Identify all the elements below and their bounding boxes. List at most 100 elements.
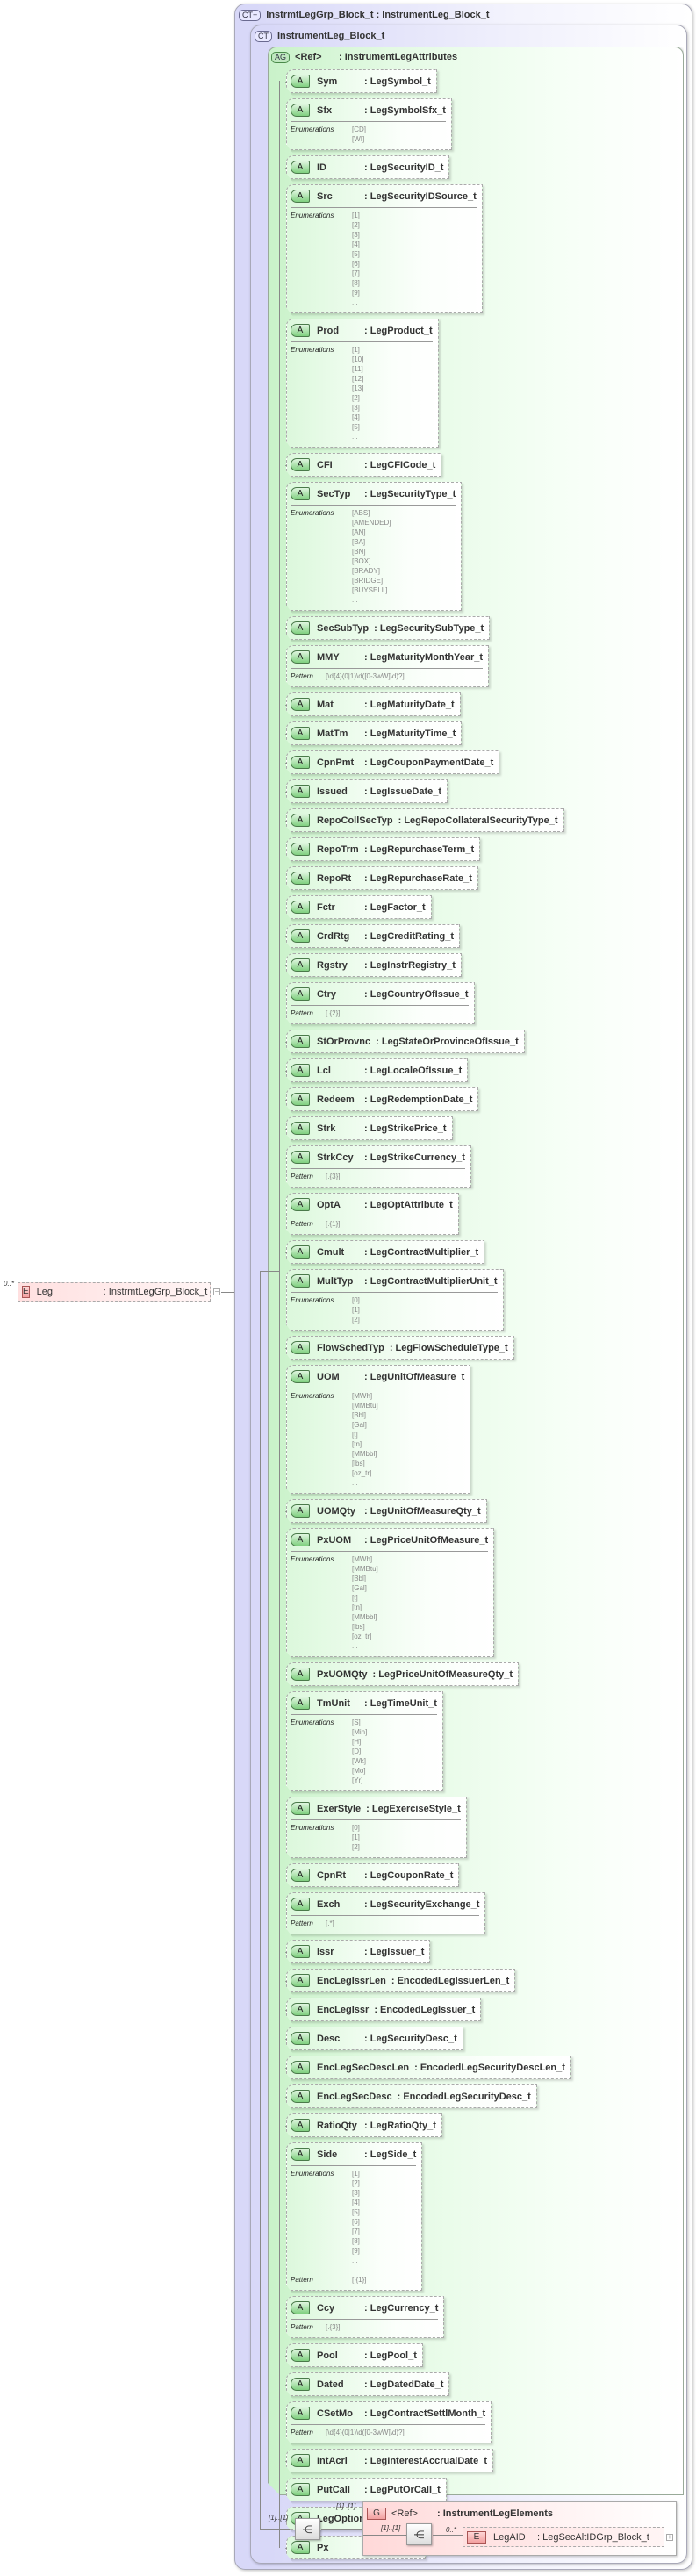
attribute-dated[interactable]: A Dated: LegDatedDate_t — [286, 2372, 449, 2396]
enumeration-value: [lbs] — [352, 1460, 365, 1467]
attribute-prod[interactable]: A Prod: LegProduct_t Enumerations [1] [10] [1… — [286, 319, 439, 448]
attribute-cpnpmt[interactable]: A CpnPmt: LegCouponPaymentDate_t — [286, 750, 499, 774]
element-name: Leg — [36, 1287, 54, 1297]
attribute-cmult[interactable]: A Cmult: LegContractMultiplier_t — [286, 1240, 484, 1264]
attribute-icon: A — [291, 727, 310, 740]
attribute-strkccy[interactable]: A StrkCcy: LegStrikeCurrency_t Pattern [.{3… — [286, 1145, 471, 1188]
enumeration-value: [t] — [352, 1431, 358, 1439]
attribute-cfi[interactable]: A CFI: LegCFICode_t — [286, 453, 441, 477]
attribute-cpnrt[interactable]: A CpnRt: LegCouponRate_t — [286, 1863, 459, 1887]
attribute-issr[interactable]: A Issr: LegIssuer_t — [286, 1940, 430, 1963]
sequence-icon[interactable]: ⋲ — [406, 2523, 432, 2545]
minus-icon[interactable]: − — [213, 1288, 220, 1295]
attribute-ratioqty[interactable]: A RatioQty: LegRatioQty_t — [286, 2113, 442, 2137]
attribute-header: A Cmult: LegContractMultiplier_t — [291, 1241, 478, 1263]
pattern-label: Pattern — [291, 672, 313, 680]
attribute-ccy[interactable]: A Ccy: LegCurrency_t Pattern [.{3}] — [286, 2296, 444, 2338]
enumeration-value: [8] — [352, 2237, 360, 2245]
attribute-tmunit[interactable]: A TmUnit: LegTimeUnit_t Enumerations [S] [Mi… — [286, 1691, 443, 1791]
attribute-putcall[interactable]: A PutCall: LegPutOrCall_t — [286, 2478, 447, 2501]
attribute-sym[interactable]: A Sym: LegSymbol_t — [286, 69, 437, 93]
attribute-flowschedtyp[interactable]: A FlowSchedTyp: LegFlowScheduleType_t — [286, 1336, 514, 1360]
attribute-type: : LegDatedDate_t — [364, 2379, 444, 2390]
attribute-rgstry[interactable]: A Rgstry: LegInstrRegistry_t — [286, 953, 462, 977]
attribute-exerstyle[interactable]: A ExerStyle: LegExerciseStyle_t Enumeratio… — [286, 1797, 467, 1858]
element-badge: E — [467, 2530, 486, 2544]
attribute-icon: A — [291, 2378, 310, 2391]
attribute-ctry[interactable]: A Ctry: LegCountryOfIssue_t Pattern [.{2}] — [286, 982, 475, 1024]
attribute-pxuom[interactable]: A PxUOM: LegPriceUnitOfMeasure_t Enumerati… — [286, 1528, 494, 1657]
attribute-issued[interactable]: A Issued: LegIssueDate_t — [286, 779, 448, 803]
attribute-exch[interactable]: A Exch: LegSecurityExchange_t Pattern [.*] — [286, 1892, 485, 1934]
attribute-header: A StrkCcy: LegStrikeCurrency_t — [291, 1146, 465, 1168]
attribute-icon: A — [291, 2541, 310, 2554]
attribute-header: A CFI: LegCFICode_t — [291, 454, 435, 476]
attribute-uom[interactable]: A UOM: LegUnitOfMeasure_t Enumerations [MWh… — [286, 1365, 470, 1494]
attribute-mat[interactable]: A Mat: LegMaturityDate_t — [286, 692, 461, 716]
enumerations-label: Enumerations — [291, 2170, 334, 2178]
attribute-mmy[interactable]: A MMY: LegMaturityMonthYear_t Pattern [\d{4… — [286, 645, 489, 687]
attribute-enclegissr[interactable]: A EncLegIssr: EncodedLegIssuer_t — [286, 1998, 481, 2021]
attribute-name: Desc — [317, 2033, 341, 2044]
element-legaid[interactable]: E LegAID : LegSecAltIDGrp_Block_t — [463, 2527, 664, 2547]
enumeration-value: [BRIDGE] — [352, 577, 384, 585]
pattern-label: Pattern — [291, 1919, 313, 1927]
attribute-fctr[interactable]: A Fctr: LegFactor_t — [286, 895, 432, 919]
attribute-multtyp[interactable]: A MultTyp: LegContractMultiplierUnit_t Enu… — [286, 1269, 504, 1331]
attribute-facets: Pattern [.{1}] — [291, 1216, 453, 1234]
attribute-redeem[interactable]: A Redeem: LegRedemptionDate_t — [286, 1087, 478, 1111]
attribute-pool[interactable]: A Pool: LegPool_t — [286, 2343, 423, 2367]
attribute-intacrl[interactable]: A IntAcrl: LegInterestAccrualDate_t — [286, 2449, 493, 2472]
attribute-type: : LegLocaleOfIssue_t — [364, 1065, 463, 1076]
element-type: : LegSecAltIDGrp_Block_t — [537, 2531, 649, 2543]
attribute-enclegsecdesclen[interactable]: A EncLegSecDescLen: EncodedLegSecurityDes… — [286, 2056, 571, 2079]
attribute-type: : LegIssuer_t — [364, 1946, 425, 1957]
attribute-desc[interactable]: A Desc: LegSecurityDesc_t — [286, 2027, 463, 2050]
attribute-mattm[interactable]: A MatTm: LegMaturityTime_t — [286, 721, 462, 745]
attribute-id[interactable]: A ID: LegSecurityID_t — [286, 155, 449, 179]
attribute-type: : LegCouponPaymentDate_t — [364, 757, 494, 768]
attribute-report[interactable]: A RepoRt: LegRepurchaseRate_t — [286, 866, 478, 890]
attribute-opta[interactable]: A OptA: LegOptAttribute_t Pattern [.{1}] — [286, 1193, 459, 1235]
attribute-side[interactable]: A Side: LegSide_t Enumerations [1] [2] [3] [4]… — [286, 2142, 422, 2291]
attribute-header: A RatioQty: LegRatioQty_t — [291, 2114, 436, 2136]
connector — [260, 1271, 261, 2529]
attribute-csetmo[interactable]: A CSetMo: LegContractSettlMonth_t Pattern [… — [286, 2401, 492, 2443]
attribute-icon: A — [291, 2148, 310, 2161]
enumeration-value: [5] — [352, 250, 360, 258]
pattern-label: Pattern — [291, 1009, 313, 1017]
attribute-storprovnc[interactable]: A StOrProvnc: LegStateOrProvinceOfIssue_t — [286, 1030, 525, 1053]
sequence-icon[interactable]: ⋲ — [295, 2518, 320, 2540]
attribute-name: StOrProvnc — [317, 1036, 371, 1047]
attribute-sfx[interactable]: A Sfx: LegSymbolSfx_t Enumerations [CD] [WI] — [286, 98, 452, 150]
attribute-icon: A — [291, 1245, 310, 1259]
enumerations-label: Enumerations — [291, 509, 334, 517]
attribute-lcl[interactable]: A Lcl: LegLocaleOfIssue_t — [286, 1058, 468, 1082]
attribute-enclegsecdesc[interactable]: A EncLegSecDesc: EncodedLegSecurityDesc_t — [286, 2084, 537, 2108]
attribute-crdrtg[interactable]: A CrdRtg: LegCreditRating_t — [286, 924, 460, 948]
attribute-icon: A — [291, 814, 310, 827]
attribute-src[interactable]: A Src: LegSecurityIDSource_t Enumerations [… — [286, 184, 483, 313]
attribute-icon: A — [291, 487, 310, 500]
attribute-type: : LegMaturityTime_t — [364, 728, 456, 739]
attribute-repotrm[interactable]: A RepoTrm: LegRepurchaseTerm_t — [286, 837, 480, 861]
element-leg[interactable]: E Leg : InstrmtLegGrp_Block_t — [18, 1282, 211, 1302]
attribute-enclegissrlen[interactable]: A EncLegIssrLen: EncodedLegIssuerLen_t — [286, 1969, 515, 1992]
enumeration-value: [1] — [352, 1306, 360, 1314]
attribute-type: : LegPriceUnitOfMeasure_t — [364, 1534, 489, 1546]
enumeration-value: [BRADY] — [352, 567, 381, 575]
enumeration-value: [CD] — [352, 126, 366, 133]
attribute-name: Rgstry — [317, 959, 348, 971]
attribute-strk[interactable]: A Strk: LegStrikePrice_t — [286, 1116, 453, 1140]
enumeration-value: [Min] — [352, 1728, 368, 1736]
attribute-icon: A — [291, 1093, 310, 1106]
attribute-header: A MatTm: LegMaturityTime_t — [291, 722, 456, 744]
attribute-uomqty[interactable]: A UOMQty: LegUnitOfMeasureQty_t — [286, 1499, 487, 1523]
attribute-repocollsectyp[interactable]: A RepoCollSecTyp: LegRepoCollateralSecuri… — [286, 808, 564, 832]
attribute-header: A Rgstry: LegInstrRegistry_t — [291, 954, 456, 976]
plus-icon[interactable]: + — [666, 2534, 673, 2541]
attribute-pxuomqty[interactable]: A PxUOMQty: LegPriceUnitOfMeasureQty_t — [286, 1662, 519, 1686]
attribute-header: A Redeem: LegRedemptionDate_t — [291, 1088, 472, 1110]
attribute-secsubtyp[interactable]: A SecSubTyp: LegSecuritySubType_t — [286, 616, 490, 640]
attribute-sectyp[interactable]: A SecTyp: LegSecurityType_t Enumerations [A… — [286, 482, 462, 611]
